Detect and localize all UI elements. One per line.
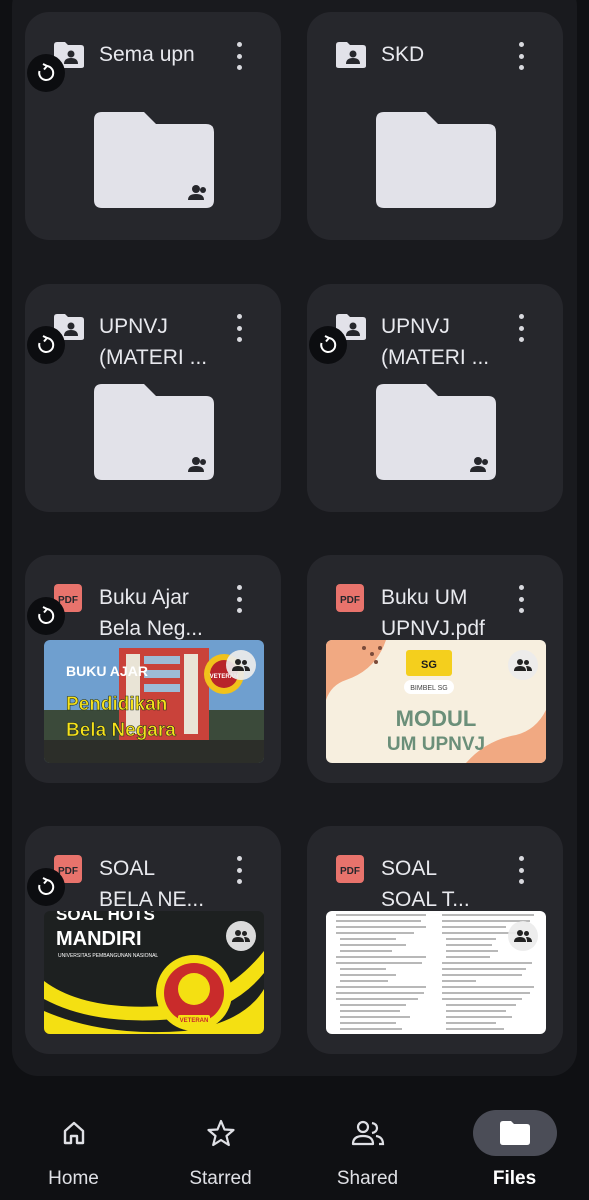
people-icon [226,921,256,951]
more-options-button[interactable] [227,856,251,884]
nav-starred[interactable]: Starred [147,1096,294,1200]
people-icon [508,921,538,951]
nav-shared[interactable]: Shared [294,1096,441,1200]
folder-card-sema-upn[interactable]: Sema upn [25,12,281,240]
star-icon [179,1110,263,1156]
home-icon [32,1110,116,1156]
file-title: Buku UM UPNVJ.pdf [381,586,485,640]
pdf-icon: PDF [336,584,364,612]
file-title: SOAL BELA NE... [99,857,205,911]
svg-text:MODUL: MODUL [396,706,477,731]
svg-text:MANDIRI: MANDIRI [56,928,142,950]
more-options-button[interactable] [509,314,533,342]
svg-text:Pendidikan: Pendidikan [66,694,167,715]
nav-label: Home [48,1168,99,1189]
pdf-thumbnail [326,911,546,1034]
svg-text:SG: SG [421,659,437,671]
people-icon [508,650,538,680]
folder-card-upnvj-1[interactable]: UPNVJ (MATERI ... [25,284,281,512]
sync-icon [309,326,347,364]
more-options-button[interactable] [227,585,251,613]
bottom-navigation: Home Starred Shared Files [0,1096,589,1200]
nav-label: Shared [336,1168,399,1189]
people-icon [326,1110,410,1156]
folder-thumbnail [94,384,214,480]
svg-text:BUKU AJAR: BUKU AJAR [66,663,148,679]
svg-text:Bela Negara: Bela Negara [66,720,176,741]
file-title: UPNVJ (MATERI ... [381,315,490,369]
sync-icon [27,54,65,92]
pdf-thumbnail: SOAL HOTS MANDIRI UNIVERSITAS PEMBANGUNA… [44,911,264,1034]
more-options-button[interactable] [227,314,251,342]
svg-text:UNIVERSITAS PEMBANGUNAN NASION: UNIVERSITAS PEMBANGUNAN NASIONAL [58,953,158,959]
folder-thumbnail [94,112,214,208]
more-options-button[interactable] [227,42,251,70]
people-icon [226,650,256,680]
nav-label: Files [492,1168,537,1189]
file-title: UPNVJ (MATERI ... [99,315,208,369]
nav-label: Starred [189,1168,252,1189]
pdf-thumbnail: VETERAN BUKU AJAR Pendidikan Bela Negara [44,640,264,763]
more-options-button[interactable] [509,42,533,70]
folder-icon [472,1110,557,1156]
file-title: Sema upn [99,43,195,66]
folder-thumbnail [376,112,496,208]
pdf-card-soal-soal[interactable]: PDF SOAL SOAL T... [307,826,563,1054]
folder-thumbnail [376,384,496,480]
svg-text:UM UPNVJ: UM UPNVJ [387,734,485,755]
more-options-button[interactable] [509,585,533,613]
file-title: SOAL SOAL T... [381,857,470,911]
pdf-card-buku-um[interactable]: PDF Buku UM UPNVJ.pdf SG BIMBEL SG MODUL… [307,555,563,783]
folder-card-upnvj-2[interactable]: UPNVJ (MATERI ... [307,284,563,512]
sync-icon [27,597,65,635]
svg-text:BIMBEL SG: BIMBEL SG [410,685,447,692]
svg-text:VETERAN: VETERAN [180,1018,209,1024]
svg-text:PDF: PDF [340,595,360,606]
sync-icon [27,868,65,906]
file-title: SKD [381,43,425,66]
file-title: Buku Ajar Bela Neg... [99,586,203,640]
pdf-thumbnail: SG BIMBEL SG MODUL UM UPNVJ [326,640,546,763]
svg-text:PDF: PDF [340,866,360,877]
svg-text:SOAL HOTS: SOAL HOTS [56,911,155,924]
pdf-icon: PDF [336,855,364,883]
sync-icon [27,326,65,364]
nav-home[interactable]: Home [0,1096,147,1200]
pdf-card-soal-bela-negara[interactable]: PDF SOAL BELA NE... SOAL HOTS MANDIRI UN… [25,826,281,1054]
pdf-card-buku-ajar[interactable]: PDF Buku Ajar Bela Neg... VETERAN BUKU A… [25,555,281,783]
more-options-button[interactable] [509,856,533,884]
shared-folder-icon [336,42,366,68]
nav-files[interactable]: Files [441,1096,588,1200]
folder-card-skd[interactable]: SKD [307,12,563,240]
